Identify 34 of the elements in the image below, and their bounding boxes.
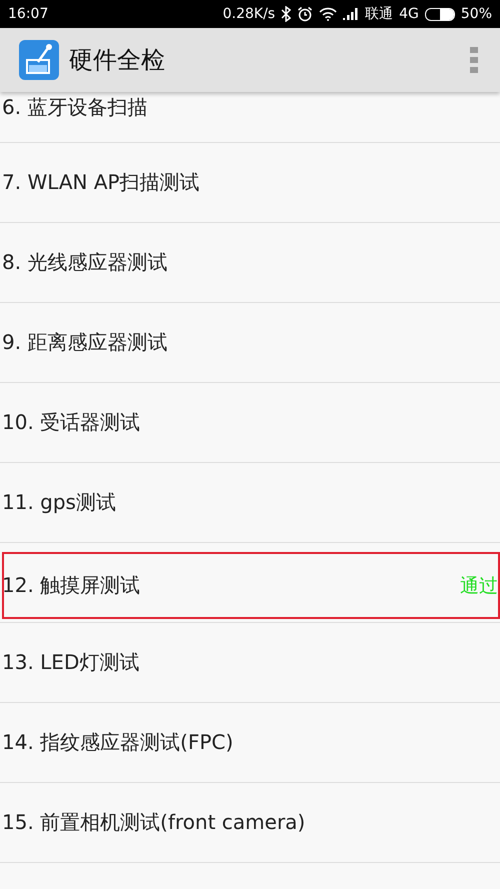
- item-label: 14. 指纹感应器测试(FPC): [2, 729, 234, 756]
- item-label: 12. 触摸屏测试: [2, 572, 140, 599]
- item-label: 6. 蓝牙设备扫描: [2, 94, 148, 121]
- carrier-name: 联通: [365, 5, 394, 23]
- item-label: 13. LED灯测试: [2, 649, 140, 676]
- clock-time: 16:07: [8, 6, 48, 22]
- item-label: 11. gps测试: [2, 489, 116, 516]
- app-title: 硬件全检: [69, 45, 166, 76]
- test-result: 通过: [460, 574, 498, 598]
- alarm-clock-icon: [297, 6, 314, 22]
- list-item[interactable]: 8. 光线感应器测试: [0, 223, 500, 302]
- list-item[interactable]: 10. 受话器测试: [0, 383, 500, 462]
- app-logo-icon: [19, 40, 59, 80]
- list-item[interactable]: 14. 指纹感应器测试(FPC): [0, 703, 500, 782]
- overflow-menu-icon[interactable]: [470, 47, 478, 73]
- item-label: 10. 受话器测试: [2, 409, 140, 436]
- list-item[interactable]: 9. 距离感应器测试: [0, 303, 500, 382]
- item-label: 8. 光线感应器测试: [2, 249, 168, 276]
- list-item[interactable]: 15. 前置相机测试(front camera): [0, 783, 500, 862]
- battery-percent: 50%: [460, 6, 492, 22]
- bluetooth-icon: [281, 6, 292, 22]
- item-label: 9. 距离感应器测试: [2, 329, 168, 356]
- item-label: 15. 前置相机测试(front camera): [2, 809, 306, 836]
- list-item[interactable]: 12. 触摸屏测试 通过: [2, 552, 500, 619]
- network-type: 4G: [399, 6, 419, 22]
- wifi-icon: [319, 7, 338, 21]
- battery-icon: [424, 8, 455, 20]
- list-item[interactable]: 11. gps测试: [0, 463, 500, 542]
- list-item[interactable]: 7. WLAN AP扫描测试: [0, 143, 500, 222]
- signal-icon: [343, 8, 360, 20]
- list-item[interactable]: 13. LED灯测试: [0, 623, 500, 702]
- item-label: 7. WLAN AP扫描测试: [2, 169, 200, 196]
- list-item[interactable]: 6. 蓝牙设备扫描: [0, 92, 500, 142]
- network-speed: 0.28K/s: [222, 6, 276, 22]
